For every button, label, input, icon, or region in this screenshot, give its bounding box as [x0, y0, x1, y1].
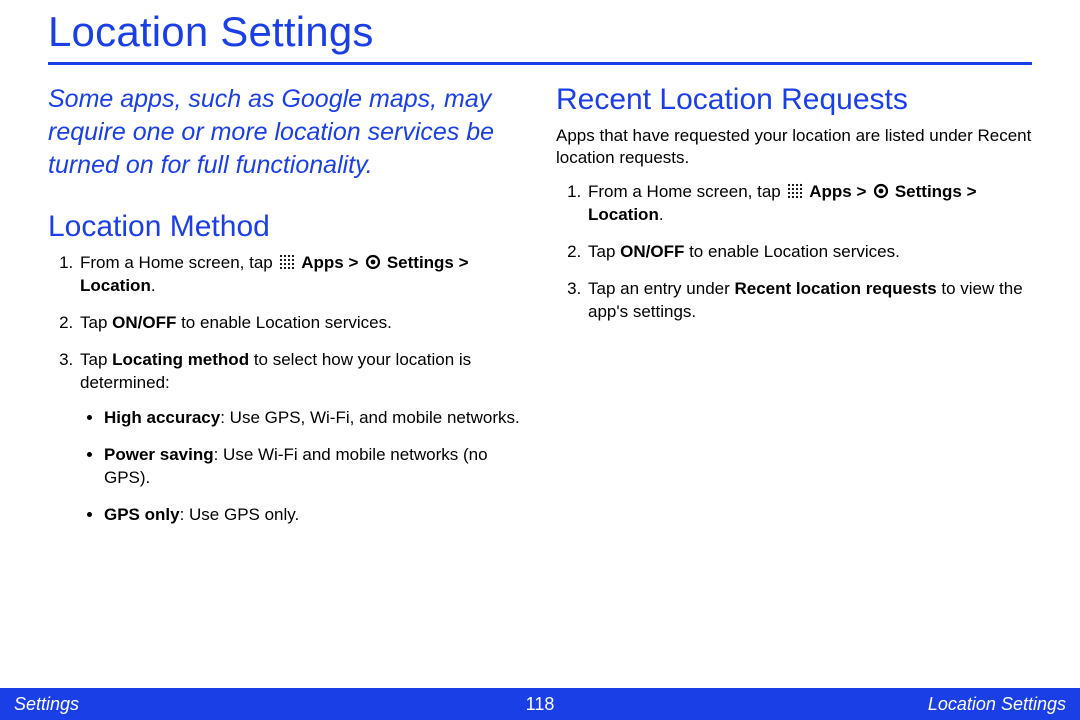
bullet-bold: GPS only: [104, 505, 180, 524]
settings-gear-icon: [365, 254, 381, 270]
apps-label: Apps: [809, 182, 852, 201]
apps-grid-icon: [787, 183, 803, 199]
bullet-text: : Use GPS, Wi-Fi, and mobile networks.: [220, 408, 519, 427]
locating-method-label: Locating method: [112, 350, 249, 369]
step-text: Tap: [80, 350, 112, 369]
right-column: Recent Location Requests Apps that have …: [556, 83, 1032, 540]
step-item: From a Home screen, tap Apps > Settings …: [586, 181, 1032, 227]
apps-grid-icon: [279, 254, 295, 270]
page-title: Location Settings: [48, 8, 1032, 65]
footer-left: Settings: [14, 694, 214, 715]
step-text: .: [151, 276, 156, 295]
bullet-item: GPS only: Use GPS only.: [104, 504, 524, 527]
bullet-item: High accuracy: Use GPS, Wi-Fi, and mobil…: [104, 407, 524, 430]
left-column: Some apps, such as Google maps, may requ…: [48, 83, 524, 540]
section-heading-location-method: Location Method: [48, 210, 524, 244]
sep: >: [348, 253, 363, 272]
steps-list: From a Home screen, tap Apps > Settings …: [556, 181, 1032, 324]
bullet-bold: Power saving: [104, 445, 214, 464]
bullet-list: High accuracy: Use GPS, Wi-Fi, and mobil…: [80, 407, 524, 527]
location-label: Location: [588, 205, 659, 224]
step-text: From a Home screen, tap: [80, 253, 277, 272]
content: Location Settings Some apps, such as Goo…: [0, 0, 1080, 540]
settings-label: Settings: [387, 253, 454, 272]
sep: >: [459, 253, 469, 272]
step-text: .: [659, 205, 664, 224]
step-text: From a Home screen, tap: [588, 182, 785, 201]
step-text: to enable Location services.: [684, 242, 899, 261]
step-item: From a Home screen, tap Apps > Settings …: [78, 252, 524, 298]
recent-requests-label: Recent location requests: [734, 279, 936, 298]
section-heading-recent-requests: Recent Location Requests: [556, 83, 1032, 117]
step-item: Tap Locating method to select how your l…: [78, 349, 524, 527]
settings-gear-icon: [873, 183, 889, 199]
sep: >: [967, 182, 977, 201]
apps-label: Apps: [301, 253, 344, 272]
intro-text: Some apps, such as Google maps, may requ…: [48, 83, 524, 182]
step-text: Tap an entry under: [588, 279, 734, 298]
step-text: Tap: [588, 242, 620, 261]
footer-bar: Settings 118 Location Settings: [0, 688, 1080, 720]
page: Location Settings Some apps, such as Goo…: [0, 0, 1080, 720]
sep: >: [856, 182, 871, 201]
columns: Some apps, such as Google maps, may requ…: [48, 83, 1032, 540]
lead-text: Apps that have requested your location a…: [556, 125, 1032, 169]
onoff-label: ON/OFF: [112, 313, 176, 332]
steps-list: From a Home screen, tap Apps > Settings …: [48, 252, 524, 526]
settings-label: Settings: [895, 182, 962, 201]
onoff-label: ON/OFF: [620, 242, 684, 261]
step-item: Tap an entry under Recent location reque…: [586, 278, 1032, 324]
step-item: Tap ON/OFF to enable Location services.: [586, 241, 1032, 264]
page-number: 118: [526, 694, 555, 715]
bullet-item: Power saving: Use Wi-Fi and mobile netwo…: [104, 444, 524, 490]
step-text: Tap: [80, 313, 112, 332]
step-item: Tap ON/OFF to enable Location services.: [78, 312, 524, 335]
step-text: to enable Location services.: [176, 313, 391, 332]
bullet-bold: High accuracy: [104, 408, 220, 427]
bullet-text: : Use GPS only.: [180, 505, 300, 524]
location-label: Location: [80, 276, 151, 295]
footer-right: Location Settings: [866, 694, 1066, 715]
